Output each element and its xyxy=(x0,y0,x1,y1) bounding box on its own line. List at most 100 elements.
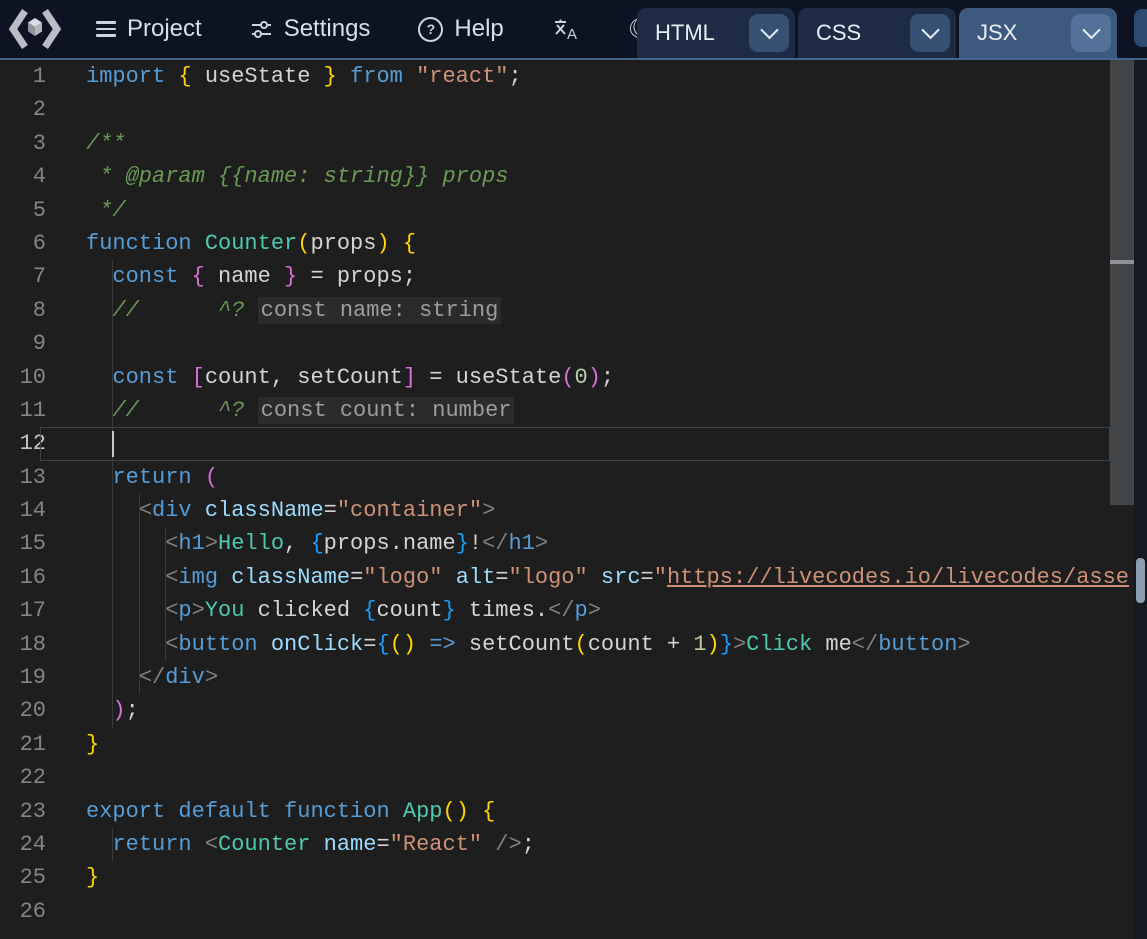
code-token: } xyxy=(442,598,455,623)
project-menu-button[interactable]: Project xyxy=(96,15,202,43)
code-text: <h1>Hello, {props.name}!</h1> xyxy=(62,527,1147,560)
indent-guide xyxy=(139,628,140,661)
code-token xyxy=(86,365,112,390)
help-menu-label: Help xyxy=(454,15,503,43)
chevron-down-icon xyxy=(1082,20,1100,38)
code-text: import { useState } from "react"; xyxy=(62,60,1147,93)
code-token: < xyxy=(139,498,152,523)
code-token: > xyxy=(535,531,548,556)
help-menu-button[interactable]: ? Help xyxy=(418,15,503,43)
settings-menu-button[interactable]: Settings xyxy=(250,15,371,43)
code-line[interactable]: 26 xyxy=(0,895,1147,928)
code-line[interactable]: 18 <button onClick={() => setCount(count… xyxy=(0,628,1147,661)
code-line[interactable]: 13 return ( xyxy=(0,461,1147,494)
scrollbar-thumb[interactable] xyxy=(1110,60,1134,505)
code-token xyxy=(337,64,350,89)
code-token: times. xyxy=(456,598,548,623)
line-number: 15 xyxy=(0,527,62,560)
code-line[interactable]: 1import { useState } from "react"; xyxy=(0,60,1147,93)
code-token xyxy=(588,565,601,590)
code-line[interactable]: 6function Counter(props) { xyxy=(0,227,1147,260)
code-token: "container" xyxy=(337,498,482,523)
jsx-language-selector-button[interactable] xyxy=(1071,14,1111,52)
css-language-selector-button[interactable] xyxy=(910,14,950,52)
code-token: * @param {{name: string}} props xyxy=(86,164,508,189)
code-line[interactable]: 17 <p>You clicked {count} times.</p> xyxy=(0,594,1147,627)
code-token: } xyxy=(720,632,733,657)
code-token: = useState xyxy=(416,365,561,390)
code-line[interactable]: 19 </div> xyxy=(0,661,1147,694)
tab-html-label: HTML xyxy=(655,20,715,46)
code-token xyxy=(86,565,165,590)
code-token: p xyxy=(178,598,191,623)
code-token: Click xyxy=(746,632,812,657)
code-token: } xyxy=(284,264,297,289)
line-number: 13 xyxy=(0,461,62,494)
code-token: ( xyxy=(205,465,218,490)
code-text: */ xyxy=(62,194,1147,227)
code-token: < xyxy=(205,832,218,857)
code-line[interactable]: 25} xyxy=(0,861,1147,894)
tab-html[interactable]: HTML xyxy=(637,8,795,58)
code-line[interactable]: 20 ); xyxy=(0,694,1147,727)
editor-tabs: HTML CSS JSX xyxy=(637,8,1117,58)
code-token xyxy=(390,799,403,824)
code-token xyxy=(469,799,482,824)
text-cursor xyxy=(112,431,114,457)
code-line[interactable]: 8 // ^? const name: string xyxy=(0,294,1147,327)
code-token: } xyxy=(456,531,469,556)
indent-guide xyxy=(112,461,113,494)
app: Project Settings ? Help xyxy=(0,0,1147,939)
indent-guide xyxy=(112,394,113,427)
code-line[interactable]: 23export default function App() { xyxy=(0,795,1147,828)
code-token: = xyxy=(363,632,376,657)
code-token: > xyxy=(588,598,601,623)
code-token: ) xyxy=(707,632,720,657)
code-token: { xyxy=(192,264,205,289)
code-line[interactable]: 14 <div className="container"> xyxy=(0,494,1147,527)
code-token xyxy=(178,264,191,289)
code-line[interactable]: 16 <img className="logo" alt="logo" src=… xyxy=(0,561,1147,594)
code-token: count + xyxy=(588,632,694,657)
current-line-highlight xyxy=(40,427,1110,460)
code-token xyxy=(271,799,284,824)
code-line[interactable]: 22 xyxy=(0,761,1147,794)
code-line[interactable]: 15 <h1>Hello, {props.name}!</h1> xyxy=(0,527,1147,560)
line-number: 3 xyxy=(0,127,62,160)
code-line[interactable]: 4 * @param {{name: string}} props xyxy=(0,160,1147,193)
livecodes-logo[interactable] xyxy=(8,6,62,52)
url-link[interactable]: https://livecodes.io/livecodes/asse xyxy=(667,565,1129,590)
hamburger-icon xyxy=(96,21,116,36)
clipped-button[interactable] xyxy=(1134,9,1147,47)
tab-jsx[interactable]: JSX xyxy=(959,8,1117,58)
pane-scrollbar-thumb[interactable] xyxy=(1136,558,1145,603)
indent-guide xyxy=(112,594,113,627)
tab-css[interactable]: CSS xyxy=(798,8,956,58)
code-line[interactable]: 11 // ^? const count: number xyxy=(0,394,1147,427)
indent-guide xyxy=(112,361,113,394)
inline-type-hint: const count: number xyxy=(258,397,515,424)
code-line[interactable]: 3/** xyxy=(0,127,1147,160)
code-line[interactable]: 10 const [count, setCount] = useState(0)… xyxy=(0,361,1147,394)
code-line[interactable]: 7 const { name } = props; xyxy=(0,260,1147,293)
translate-icon: A xyxy=(552,16,580,42)
code-token: ( xyxy=(297,231,310,256)
code-line[interactable]: 24 return <Counter name="React" />; xyxy=(0,828,1147,861)
code-token xyxy=(178,365,191,390)
code-token: { xyxy=(310,531,323,556)
code-line[interactable]: 5 */ xyxy=(0,194,1147,227)
code-token: [ xyxy=(192,365,205,390)
header: Project Settings ? Help xyxy=(0,0,1147,60)
code-token: */ xyxy=(86,198,126,223)
code-line[interactable]: 9 xyxy=(0,327,1147,360)
split-gutter[interactable] xyxy=(1134,60,1147,939)
code-line[interactable]: 21} xyxy=(0,728,1147,761)
code-line[interactable]: 2 xyxy=(0,93,1147,126)
translate-button[interactable]: A xyxy=(552,16,580,42)
indent-guide xyxy=(139,494,140,527)
code-editor[interactable]: 1import { useState } from "react";23/**4… xyxy=(0,60,1147,939)
html-language-selector-button[interactable] xyxy=(749,14,789,52)
editor-scrollbar xyxy=(1110,60,1134,939)
code-token: ; xyxy=(601,365,614,390)
code-token: ; xyxy=(126,698,139,723)
